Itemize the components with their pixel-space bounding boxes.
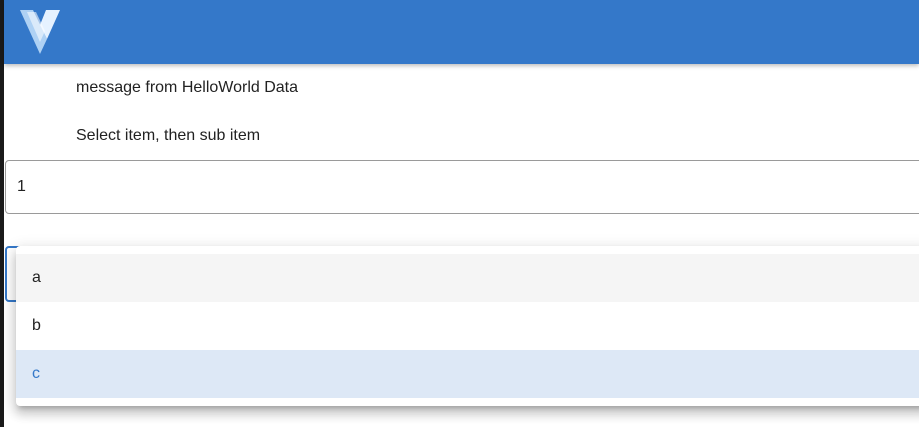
app-bar: [4, 0, 919, 64]
main-content: message from HelloWorld Data Select item…: [4, 64, 919, 427]
message-text: message from HelloWorld Data: [76, 79, 299, 96]
vuetify-logo-icon[interactable]: [18, 7, 62, 57]
sub-item-dropdown-menu: a b c: [16, 246, 919, 406]
item-select-value: 1: [17, 178, 26, 195]
item-select[interactable]: 1: [5, 160, 919, 214]
menu-item-c[interactable]: c: [16, 350, 919, 398]
instruction-text: Select item, then sub item: [76, 127, 261, 144]
menu-item-a[interactable]: a: [16, 254, 919, 302]
menu-item-b[interactable]: b: [16, 302, 919, 350]
